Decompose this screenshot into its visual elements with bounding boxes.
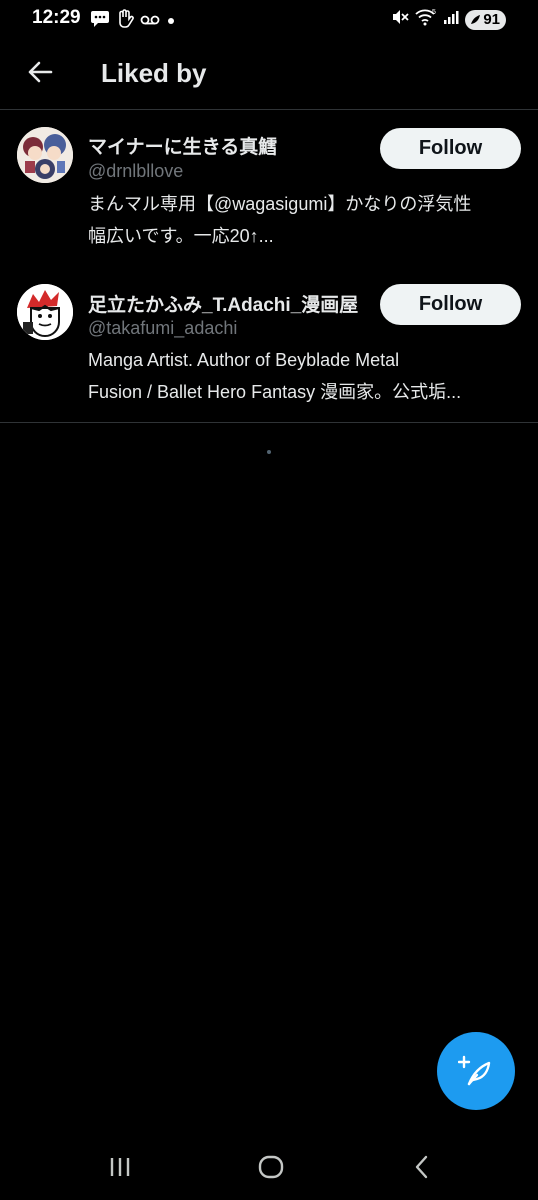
user-row[interactable]: マイナーに生きる真鱈 @drnlbllove まんマル専用【@wagasigum… (0, 110, 538, 266)
avatar[interactable] (17, 127, 73, 183)
arrow-left-icon (28, 61, 53, 83)
message-icon (90, 10, 110, 33)
handle: @drnlbllove (88, 161, 184, 181)
back-button[interactable] (22, 54, 58, 90)
bio: Manga Artist. Author of Beyblade Metal F… (88, 344, 520, 408)
home-icon (258, 1155, 284, 1179)
svg-text:5: 5 (432, 9, 436, 16)
follow-button[interactable]: Follow (380, 128, 521, 169)
header: Liked by (0, 36, 538, 110)
mute-icon (391, 8, 409, 31)
voicemail-icon (140, 13, 160, 31)
back-icon (415, 1155, 428, 1179)
bio-line: 幅広いです。一応20↑... (88, 226, 274, 246)
status-bar: 12:29 5 91 (0, 0, 538, 36)
handle: @takafumi_adachi (88, 318, 238, 338)
battery-level: 91 (483, 11, 500, 28)
navigation-bar (0, 1130, 538, 1200)
bio-line: Manga Artist. Author of Beyblade Metal (88, 350, 400, 370)
loading-indicator (267, 450, 271, 454)
dot-icon (166, 13, 176, 31)
home-button[interactable] (251, 1150, 291, 1184)
display-name: 足立たかふみ_T.Adachi_漫画屋 (88, 295, 359, 316)
bio-line: Fusion / Ballet Hero Fantasy 漫画家。公式垢... (88, 382, 462, 402)
display-name: マイナーに生きる真鱈 (88, 137, 278, 158)
hand-icon (116, 9, 134, 34)
status-time: 12:29 (32, 7, 81, 28)
battery-icon: 91 (465, 9, 506, 30)
recent-apps-icon (110, 1158, 130, 1176)
system-icons: 5 91 (391, 8, 506, 31)
wifi-icon: 5 (415, 8, 437, 31)
compose-button[interactable] (437, 1032, 515, 1110)
avatar[interactable] (17, 284, 73, 340)
bio: まんマル専用【@wagasigumi】かなりの浮気性 幅広いです。一応20↑..… (88, 188, 520, 252)
page-title: Liked by (101, 58, 207, 88)
signal-icon (443, 9, 459, 30)
recent-apps-button[interactable] (100, 1150, 140, 1184)
follow-button[interactable]: Follow (380, 284, 521, 325)
notification-icons (90, 9, 176, 34)
compose-feather-icon (458, 1055, 491, 1086)
liked-by-screen: 12:29 5 91 Liked by マイナーに生きる真鱈 @drnlbllo… (0, 0, 538, 1200)
list-divider (0, 422, 538, 423)
nav-back-button[interactable] (402, 1150, 442, 1184)
bio-line: まんマル専用【@wagasigumi】かなりの浮気性 (88, 194, 472, 214)
user-row[interactable]: 足立たかふみ_T.Adachi_漫画屋 @takafumi_adachi Man… (0, 266, 538, 422)
